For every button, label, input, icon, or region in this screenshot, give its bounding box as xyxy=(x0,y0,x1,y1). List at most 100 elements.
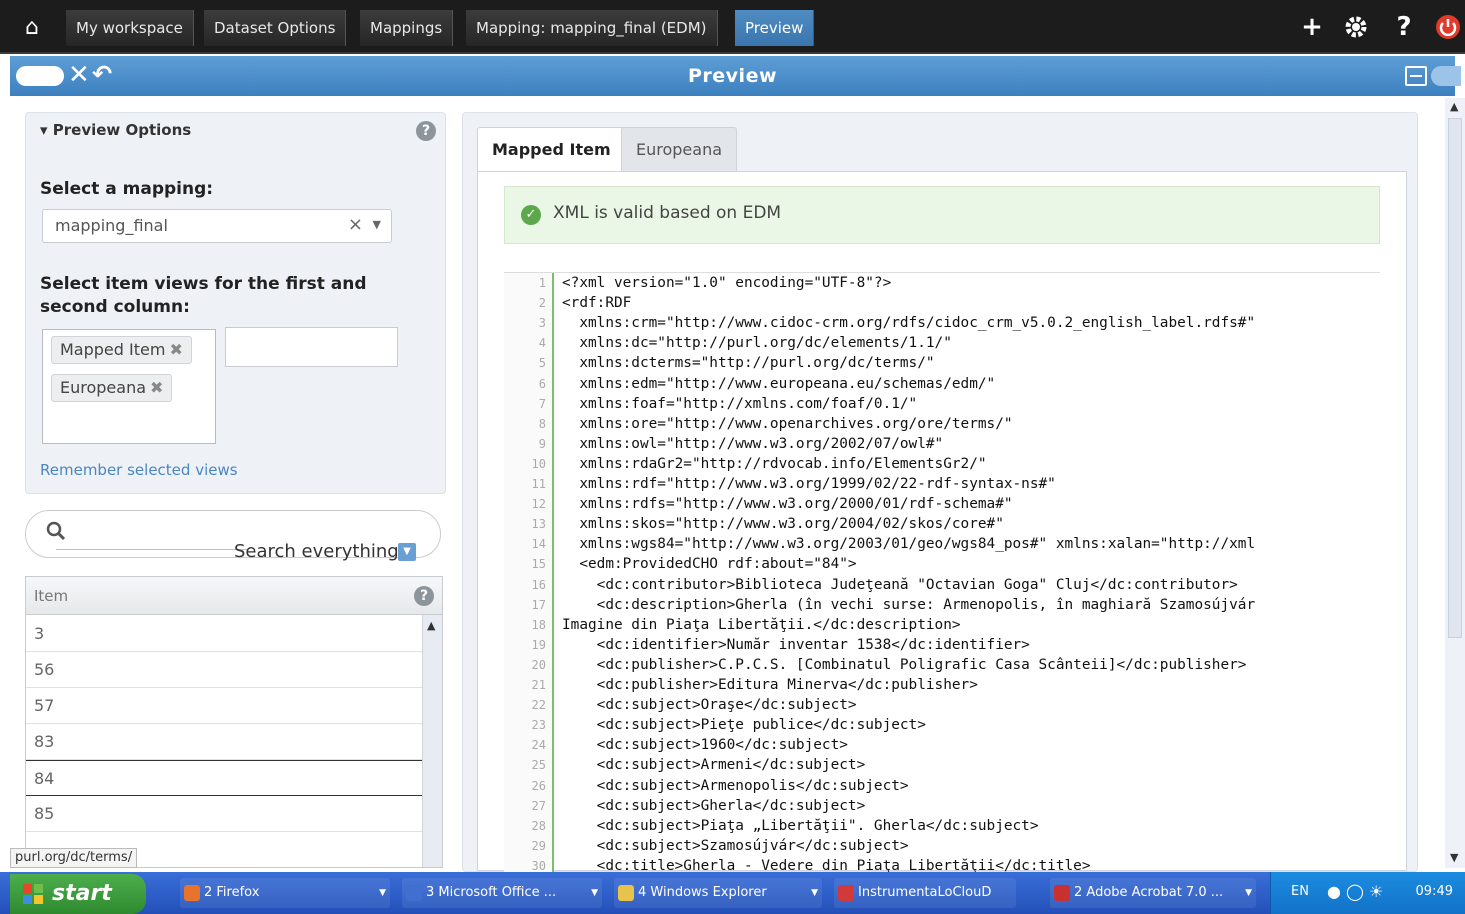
line-number: 13 xyxy=(531,517,546,532)
start-button[interactable]: start xyxy=(10,874,146,914)
tab-europeana[interactable]: Europeana xyxy=(621,127,738,171)
preview-panel: Mapped Item Europeana ✓ XML is valid bas… xyxy=(462,112,1418,872)
taskbar-button[interactable]: 4 Windows Explorer ▼ xyxy=(614,878,822,908)
power-icon[interactable] xyxy=(1430,8,1465,46)
code-line: xmlns:foaf="http://xmlns.com/foaf/0.1/" xyxy=(562,395,918,412)
code-line: <dc:contributor>Biblioteca Judeţeană "Oc… xyxy=(562,576,1238,593)
code-line: <dc:subject>Gherla</dc:subject> xyxy=(562,797,866,814)
help-icon[interactable]: ? xyxy=(414,586,434,606)
line-number: 10 xyxy=(531,456,546,471)
search-input[interactable] xyxy=(56,549,248,550)
app-icon xyxy=(838,885,854,901)
line-number: 1 xyxy=(538,276,546,290)
list-item[interactable]: 3 xyxy=(26,616,422,652)
line-number: 18 xyxy=(531,617,546,632)
help-icon[interactable]: ? xyxy=(416,121,436,141)
window-handle-right[interactable] xyxy=(1431,66,1461,86)
code-line: <dc:publisher>Editura Minerva</dc:publis… xyxy=(562,677,978,693)
line-number: 8 xyxy=(538,416,546,431)
item-list-scrollbar[interactable]: ▲ xyxy=(422,615,442,867)
view-tag-label: Mapped Item xyxy=(60,340,166,359)
taskbar-button[interactable]: 2 Adobe Acrobat 7.0 ... ▼ xyxy=(1050,878,1256,908)
chevron-down-icon[interactable]: ▼ xyxy=(373,218,381,231)
chevron-down-icon[interactable]: ▼ xyxy=(591,878,598,908)
chevron-down-icon[interactable]: ▼ xyxy=(811,878,818,908)
line-number: 15 xyxy=(531,557,546,572)
line-number: 26 xyxy=(531,778,546,793)
second-column-views-input[interactable] xyxy=(225,327,398,367)
tab-mapped-item[interactable]: Mapped Item xyxy=(477,127,626,173)
code-line: <dc:subject>Szamosújvár</dc:subject> xyxy=(562,837,909,854)
code-line: <dc:description>Gherla (în vechi surse: … xyxy=(562,596,1256,613)
scroll-up-icon[interactable]: ▲ xyxy=(1450,100,1458,113)
taskbar-button[interactable]: 3 Microsoft Office ... ▼ xyxy=(402,878,602,908)
scroll-down-icon[interactable]: ▼ xyxy=(1450,851,1458,864)
status-bar-url: purl.org/dc/terms/ xyxy=(10,848,138,868)
line-number: 28 xyxy=(531,818,546,833)
item-list-header: Item ? xyxy=(26,577,442,615)
line-number: 30 xyxy=(531,858,546,872)
breadcrumb-my-workspace[interactable]: My workspace xyxy=(66,10,194,46)
code-line: <dc:publisher>C.P.C.S. [Combinatul Polig… xyxy=(562,656,1247,673)
taskbar-button[interactable]: InstrumentaLoClouD xyxy=(834,878,1016,908)
app-icon xyxy=(1054,885,1070,901)
chevron-down-icon[interactable]: ▼ xyxy=(1245,878,1252,908)
help-icon[interactable]: ? xyxy=(1386,8,1422,46)
clock: 09:49 xyxy=(1415,884,1453,899)
line-number: 11 xyxy=(531,477,546,491)
list-item[interactable]: 83 xyxy=(26,724,422,760)
breadcrumb-mappings[interactable]: Mappings xyxy=(360,10,454,46)
breadcrumb-mapping-final[interactable]: Mapping: mapping_final (EDM) xyxy=(466,10,718,46)
scrollbar-thumb[interactable] xyxy=(1448,118,1462,638)
line-number: 22 xyxy=(531,698,546,713)
remove-icon[interactable]: ✖ xyxy=(150,378,163,397)
line-number: 16 xyxy=(531,577,546,592)
app-icon xyxy=(406,885,422,901)
remember-selected-views-link[interactable]: Remember selected views xyxy=(40,461,238,479)
line-number: 4 xyxy=(538,336,546,351)
breadcrumb-preview[interactable]: Preview xyxy=(735,10,815,46)
selected-views-list[interactable]: Mapped Item ✖ Europeana ✖ xyxy=(42,329,216,444)
search-mode-label: Search everything xyxy=(234,541,399,562)
list-item[interactable]: 56 xyxy=(26,652,422,688)
view-tag-europeana[interactable]: Europeana ✖ xyxy=(51,374,173,402)
xml-code-viewer[interactable]: 1 2 3 4 5 6 7 8 9 10 11 12 13 14 15 16 17 18 19 20 21 22 23 24 2… xyxy=(504,272,1380,872)
list-item-selected[interactable]: 84 xyxy=(26,760,422,796)
view-tag-mapped-item[interactable]: Mapped Item ✖ xyxy=(51,336,192,364)
tray-icons[interactable]: ● ◯ ☀ xyxy=(1327,882,1383,901)
line-number: 5 xyxy=(538,356,546,371)
taskbar-button[interactable]: 2 Firefox ▼ xyxy=(180,878,390,908)
search-box[interactable]: Search everything ▼ xyxy=(25,510,441,562)
chevron-down-icon[interactable]: ▼ xyxy=(398,543,416,561)
line-number: 25 xyxy=(531,758,546,773)
language-indicator[interactable]: EN xyxy=(1291,884,1309,899)
remove-icon[interactable]: ✖ xyxy=(169,340,182,359)
select-views-label: Select item views for the first and seco… xyxy=(40,274,367,317)
minimize-icon[interactable] xyxy=(1405,66,1427,86)
list-item[interactable]: 85 xyxy=(26,796,422,832)
validation-message: ✓ XML is valid based on EDM xyxy=(504,186,1380,244)
preview-content: ✓ XML is valid based on EDM 1 2 3 4 5 6 7 8 9 10 1… xyxy=(477,171,1407,872)
view-tag-label: Europeana xyxy=(60,378,147,397)
windows-logo-icon xyxy=(23,884,43,904)
scroll-up-icon[interactable]: ▲ xyxy=(427,619,435,632)
line-number: 19 xyxy=(531,637,546,652)
window-scrollbar[interactable]: ▲ ▼ xyxy=(1445,98,1465,868)
home-icon[interactable]: ⌂ xyxy=(10,10,54,46)
code-line: xmlns:skos="http://www.w3.org/2004/02/sk… xyxy=(562,516,1004,533)
code-line: <dc:subject>Pieţe publice</dc:subject> xyxy=(562,717,926,734)
breadcrumb-dataset-options[interactable]: Dataset Options xyxy=(204,10,347,46)
line-number: 29 xyxy=(531,838,546,853)
system-tray: EN ● ◯ ☀ 09:49 xyxy=(1270,872,1465,914)
chevron-down-icon[interactable]: ▼ xyxy=(379,878,386,908)
mapping-select[interactable]: mapping_final × ▼ xyxy=(42,209,392,243)
code-line: xmlns:dc="http://purl.org/dc/elements/1.… xyxy=(562,335,952,352)
code-line: <dc:subject>1960</dc:subject> xyxy=(562,737,848,754)
item-column-header: Item xyxy=(34,587,69,605)
add-icon[interactable]: + xyxy=(1294,8,1330,46)
preview-options-toggle[interactable]: ▾ Preview Options xyxy=(40,121,191,139)
gear-icon[interactable] xyxy=(1338,8,1374,46)
clear-icon[interactable]: × xyxy=(348,214,363,235)
code-line: xmlns:rdf="http://www.w3.org/1999/02/22-… xyxy=(562,476,1056,492)
list-item[interactable]: 57 xyxy=(26,688,422,724)
